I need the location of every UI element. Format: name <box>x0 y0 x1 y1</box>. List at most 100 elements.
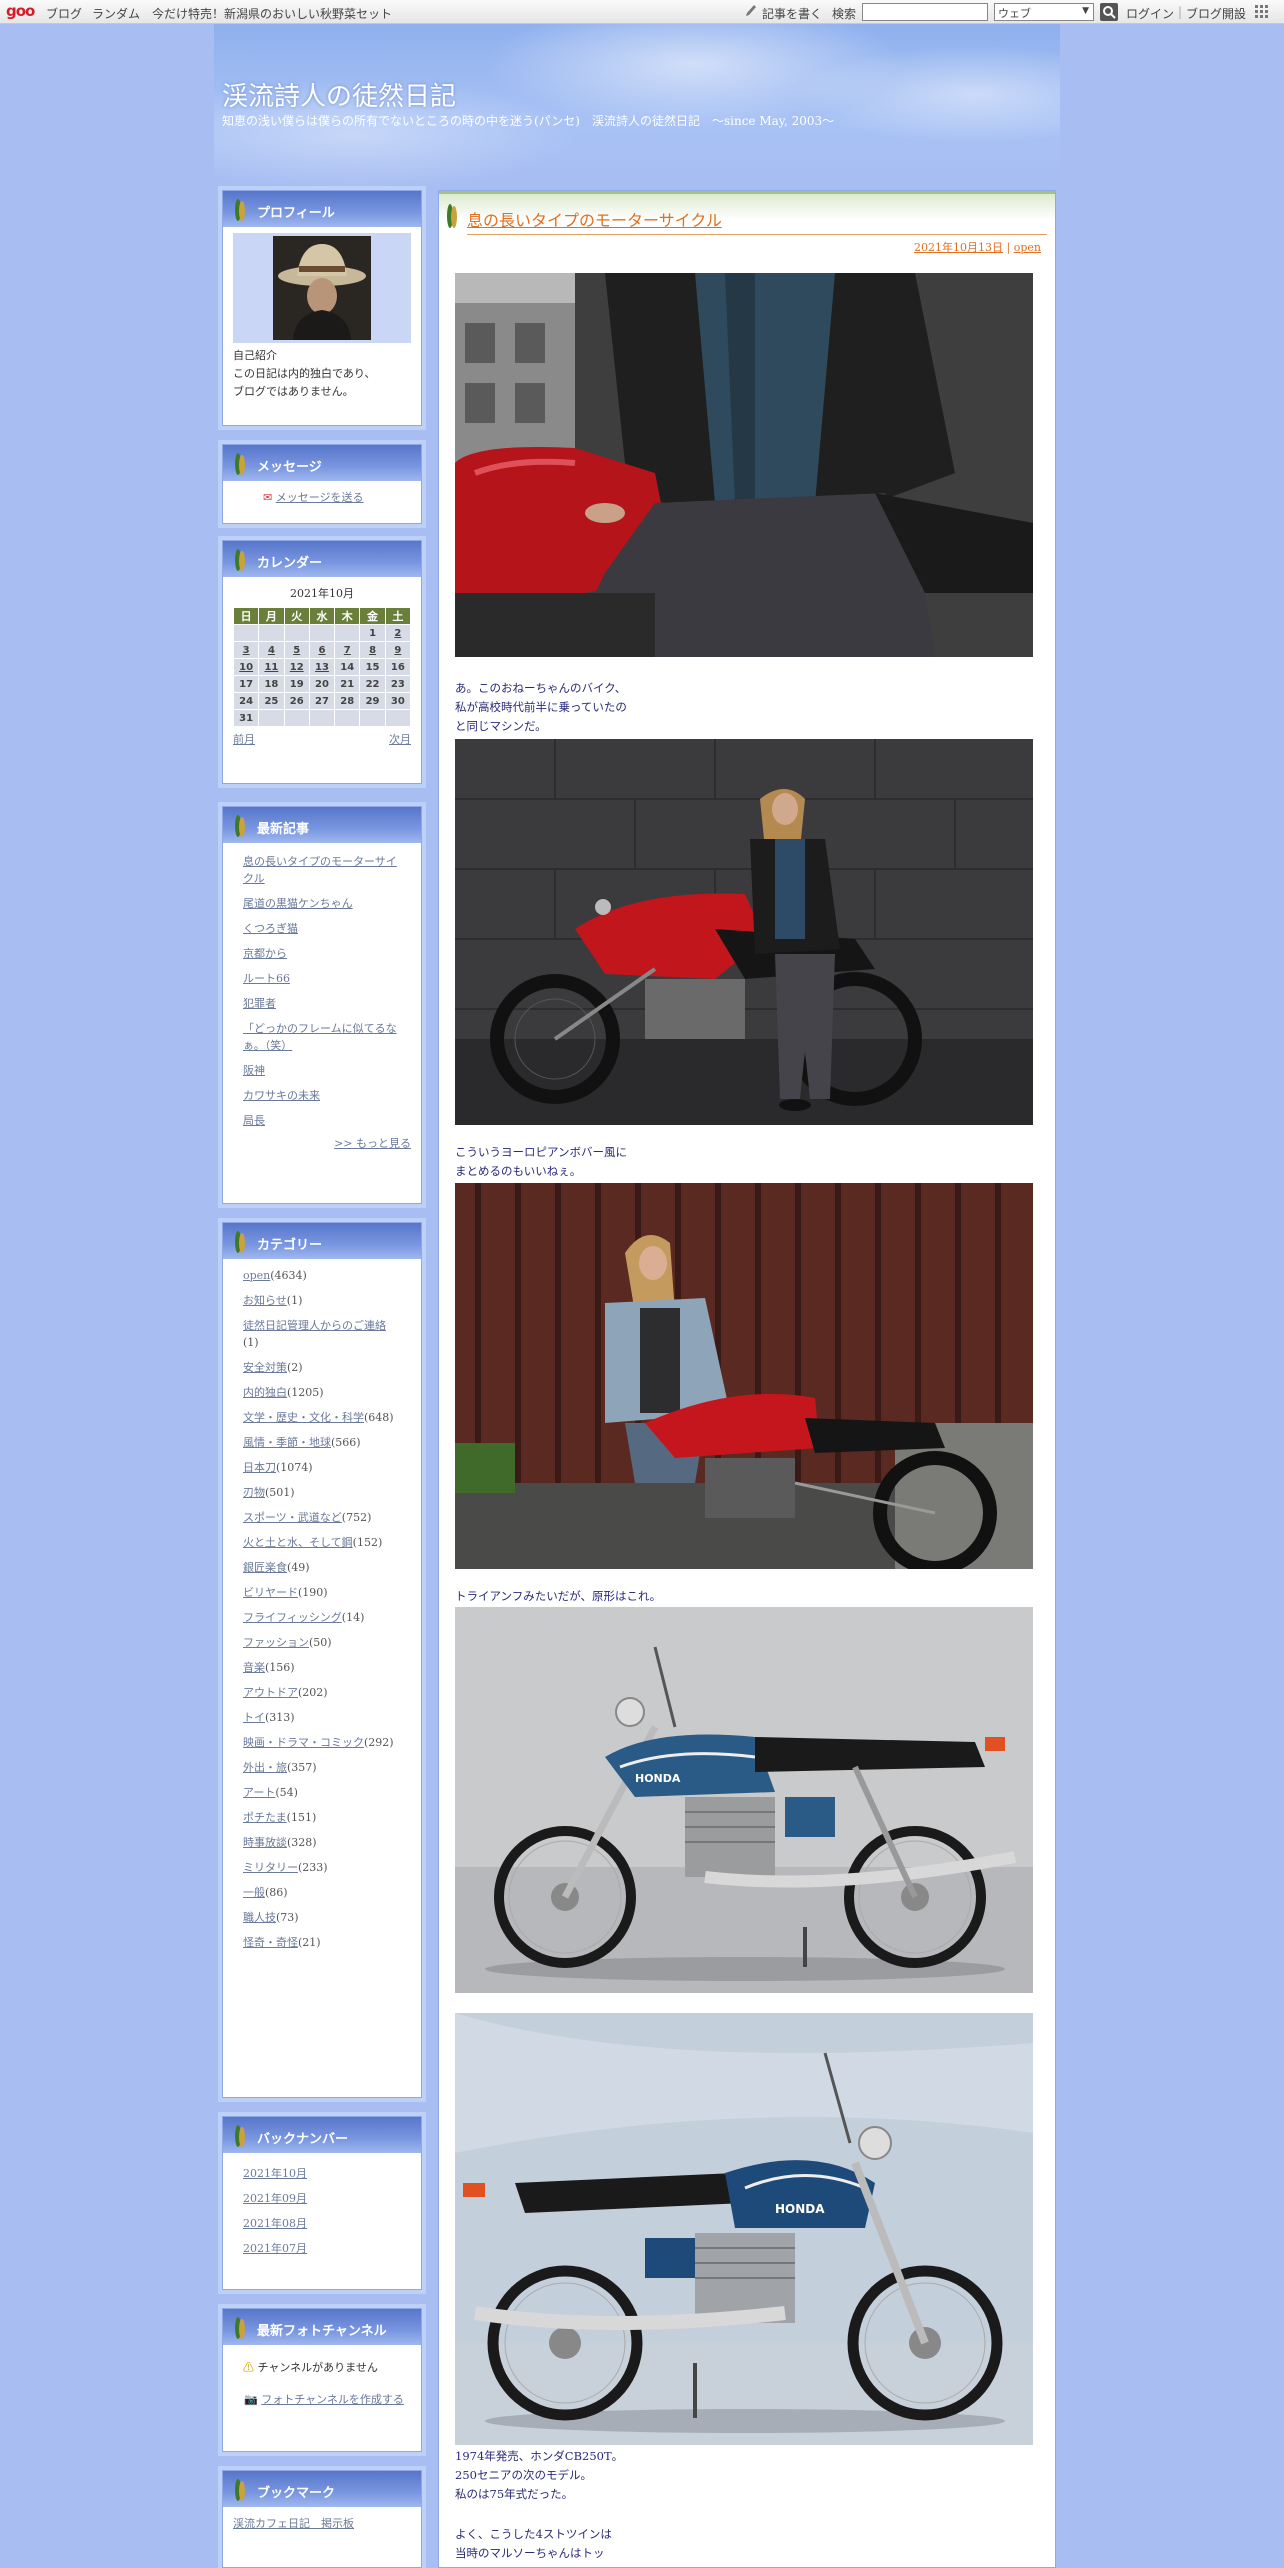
post-category-link[interactable]: open <box>1014 241 1041 254</box>
calendar-day[interactable]: 4 <box>258 641 285 659</box>
recent-post-link[interactable]: 阪神 <box>243 1064 265 1077</box>
category-link[interactable]: 安全対策 <box>243 1361 287 1374</box>
calendar-day[interactable]: 2 <box>384 624 412 642</box>
calendar-prev-link[interactable]: 前月 <box>233 731 255 749</box>
list-item: 銀匠楽食(49) <box>223 1555 421 1580</box>
list-item: お知らせ(1) <box>223 1288 421 1313</box>
post-paragraph-2: こういうヨーロピアンボバー風に まとめるのもいいねぇ。 <box>455 1145 628 1178</box>
list-item: 2021年08月 <box>223 2211 421 2236</box>
blog-subtitle: 知恵の浅い僕らは僕らの所有でないところの時の中を迷う(パンセ) 渓流詩人の徒然日… <box>222 114 835 128</box>
calendar-weekday: 月 <box>258 607 285 625</box>
toolbar-link-blog[interactable]: ブログ <box>46 5 82 22</box>
category-link[interactable]: 音楽 <box>243 1661 265 1674</box>
post-paragraph-5: よく、こうした4ストツインは 当時のマルソーちゃんはトッ <box>455 2527 612 2560</box>
category-link[interactable]: ポチたま <box>243 1811 287 1824</box>
backnumber-link[interactable]: 2021年08月 <box>243 2217 307 2230</box>
category-link[interactable]: 映画・ドラマ・コミック <box>243 1736 364 1749</box>
category-link[interactable]: 職人技 <box>243 1911 276 1924</box>
recent-post-link[interactable]: 局長 <box>243 1114 265 1127</box>
calendar-day: 28 <box>334 692 361 710</box>
category-link[interactable]: ビリヤード <box>243 1586 298 1599</box>
backnumber-link[interactable]: 2021年07月 <box>243 2242 307 2255</box>
category-link[interactable]: アート <box>243 1786 275 1799</box>
post-meta-separator: | <box>1003 241 1014 254</box>
calendar-day[interactable]: 10 <box>232 658 260 676</box>
calendar-day[interactable]: 13 <box>308 658 336 676</box>
recent-post-link[interactable]: ルート66 <box>243 972 290 985</box>
category-link[interactable]: 刃物 <box>243 1486 265 1499</box>
no-channel-text: チャンネルがありません <box>257 2361 378 2374</box>
calendar-day[interactable]: 9 <box>384 641 412 659</box>
recent-post-link[interactable]: 尾道の黒猫ケンちゃん <box>243 897 353 910</box>
calendar-day[interactable]: 6 <box>308 641 336 659</box>
calendar-weekday: 火 <box>283 607 310 625</box>
category-count: (1074) <box>276 1461 313 1474</box>
calendar-day[interactable]: 7 <box>334 641 361 659</box>
search-button[interactable] <box>1100 3 1118 21</box>
denim-rider-image <box>455 1183 1033 1569</box>
category-link[interactable]: open <box>243 1269 270 1282</box>
category-link[interactable]: お知らせ <box>243 1294 287 1307</box>
search-scope-select[interactable]: ウェブ ▼ <box>994 3 1094 21</box>
search-icon <box>1103 6 1116 19</box>
category-link[interactable]: 銀匠楽食 <box>243 1561 287 1574</box>
post-title[interactable]: 息の長いタイプのモーターサイクル <box>467 207 722 231</box>
toolbar-link-promo[interactable]: 今だけ特売！新潟県のおいしい秋野菜セット <box>152 5 392 22</box>
honda-cb250t-left-image: HONDA <box>455 2013 1033 2445</box>
category-count: (752) <box>341 1511 372 1524</box>
calendar-next-link[interactable]: 次月 <box>389 731 411 749</box>
category-link[interactable]: 文学・歴史・文化・科学 <box>243 1411 364 1424</box>
category-link[interactable]: 徒然日記管理人からのご連絡 <box>243 1319 386 1332</box>
category-link[interactable]: スポーツ・武道など <box>243 1511 342 1524</box>
category-link[interactable]: 外出・旅 <box>243 1761 287 1774</box>
toolbar-link-random[interactable]: ランダム <box>92 5 140 22</box>
backnumber-link[interactable]: 2021年09月 <box>243 2192 307 2205</box>
bookmark-link[interactable]: 渓流カフェ日記 掲示板 <box>233 2517 354 2530</box>
calendar-day[interactable]: 11 <box>258 658 285 676</box>
recent-post-link[interactable]: 京都から <box>243 947 287 960</box>
category-link[interactable]: ファッション <box>243 1636 309 1649</box>
login-link[interactable]: ログイン <box>1126 5 1174 22</box>
list-item: 犯罪者 <box>223 991 421 1016</box>
calendar-day[interactable]: 3 <box>232 641 260 659</box>
category-link[interactable]: 一般 <box>243 1886 265 1899</box>
recent-post-link[interactable]: 息の長いタイプのモーターサイクル <box>243 855 397 885</box>
recent-post-link[interactable]: カワサキの未来 <box>243 1089 320 1102</box>
category-link[interactable]: 時事放談 <box>243 1836 287 1849</box>
list-item: 京都から <box>223 941 421 966</box>
category-link[interactable]: トイ <box>243 1711 265 1724</box>
calendar-day[interactable]: 8 <box>359 641 386 659</box>
category-link[interactable]: 風情・季節・地球 <box>243 1436 331 1449</box>
more-posts-link[interactable]: >> もっと見る <box>334 1137 411 1150</box>
calendar-weekday: 水 <box>308 607 336 625</box>
blog-title[interactable]: 渓流詩人の徒然日記 <box>222 76 456 113</box>
recent-post-link[interactable]: くつろぎ猫 <box>243 922 298 935</box>
backnumber-link[interactable]: 2021年10月 <box>243 2167 307 2180</box>
app-grid-icon[interactable] <box>1254 4 1270 20</box>
category-count: (357) <box>287 1761 317 1774</box>
category-link[interactable]: アウトドア <box>243 1686 298 1699</box>
photochannel-heading: 最新フォトチャンネル <box>223 2309 421 2345</box>
list-item: 安全対策(2) <box>223 1355 421 1380</box>
category-link[interactable]: 内的独白 <box>243 1386 287 1399</box>
write-article-link[interactable]: 記事を書く <box>762 5 822 22</box>
title-underline <box>467 234 1047 235</box>
calendar-day[interactable]: 12 <box>283 658 310 676</box>
open-blog-link[interactable]: ブログ開設 <box>1186 5 1246 22</box>
category-link[interactable]: 日本刀 <box>243 1461 276 1474</box>
category-link[interactable]: 火と土と水、そして鋼 <box>243 1536 353 1549</box>
recent-post-link[interactable]: 「どっかのフレームに似てるなぁ。（笑） <box>243 1022 397 1052</box>
create-photochannel-link[interactable]: フォトチャンネルを作成する <box>261 2393 404 2406</box>
category-link[interactable]: フライフィッシング <box>243 1611 342 1624</box>
category-link[interactable]: ミリタリー <box>243 1861 298 1874</box>
send-message-link[interactable]: メッセージを送る <box>276 491 364 504</box>
search-input[interactable] <box>862 3 988 21</box>
calendar-day[interactable]: 5 <box>283 641 310 659</box>
goo-logo[interactable]: goo <box>6 2 35 20</box>
list-item: 息の長いタイプのモーターサイクル <box>223 849 421 891</box>
recent-post-link[interactable]: 犯罪者 <box>243 997 276 1010</box>
post-date-link[interactable]: 2021年10月13日 <box>914 241 1003 254</box>
bookmark-heading-text: ブックマーク <box>257 2486 336 2501</box>
category-link[interactable]: 怪奇・奇怪 <box>243 1936 298 1949</box>
list-item: 怪奇・奇怪(21) <box>223 1930 421 1955</box>
